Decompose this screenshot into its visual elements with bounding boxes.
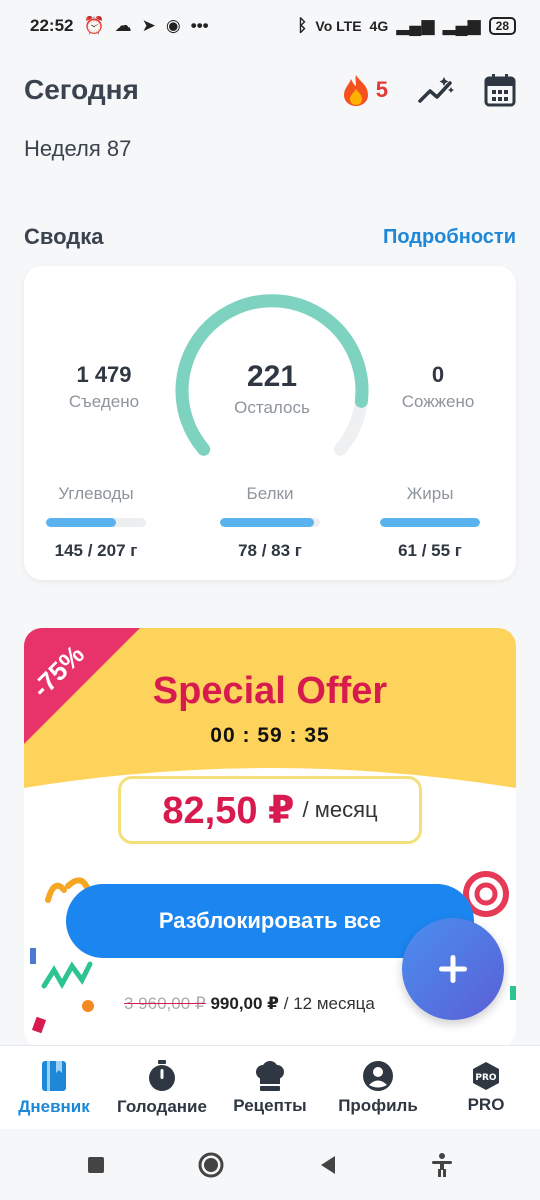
burned-stat: 0 Сожжено [368,362,508,412]
summary-title: Сводка [24,224,104,249]
telegram-icon: ➤ [141,16,156,35]
diary-icon [42,1060,66,1091]
calendar-icon[interactable] [484,73,516,107]
signal-icon: ▂▄▆ [396,16,435,35]
profile-icon [363,1060,393,1091]
price-box: 82,50 ₽ / месяц [118,776,422,844]
nav-label: Голодание [117,1096,207,1116]
remaining-stat: 221 Осталось [192,360,352,418]
macro-progress-bar [380,518,480,527]
macro-value: 78 / 83 г [238,541,302,560]
nav-pro[interactable]: PRO PRO [432,1046,540,1129]
new-price: 990,00 ₽ [210,994,280,1013]
burned-label: Сожжено [401,392,475,411]
macro-protein: Белки 78 / 83 г [200,484,340,561]
eaten-value: 1 479 [76,362,132,387]
nav-label: Рецепты [233,1095,307,1115]
nav-diary[interactable]: Дневник [0,1046,108,1129]
add-entry-button[interactable] [402,918,504,1020]
back-icon[interactable] [317,1154,339,1176]
trend-icon[interactable] [418,75,454,105]
accessibility-icon[interactable] [430,1152,454,1178]
burned-value: 0 [431,362,445,387]
nav-label: Профиль [338,1095,418,1115]
offer-title: Special Offer [152,670,388,712]
bottom-navigation: Дневник Голодание Рецепты Профиль PRO PR… [0,1045,540,1129]
nav-profile[interactable]: Профиль [324,1046,432,1129]
plus-icon [439,955,467,983]
timer-icon [149,1059,175,1091]
app-notification-icon: ◉ [165,16,181,35]
macro-value: 61 / 55 г [398,541,462,560]
nav-recipes[interactable]: Рецепты [216,1046,324,1129]
week-label: Неделя 87 [24,136,132,161]
streak-count: 5 [375,77,388,102]
old-price: 3 960,00 ₽ [124,994,206,1013]
price-unit: / месяц [302,797,378,822]
monthly-price: 82,50 ₽ [162,789,295,832]
macro-name: Углеводы [58,484,134,503]
system-navigation-bar [0,1130,540,1200]
signal-icon-2: ▂▄▆ [442,16,481,35]
macro-name: Жиры [406,484,454,503]
status-bar: 22:52 ⏰ ☁ ➤ ◉ ••• ᛒ Vo LTE 4G ▂▄▆ ▂▄▆ 28 [0,0,540,52]
page-title: Сегодня [24,74,139,105]
cloud-icon: ☁ [114,16,132,35]
summary-header: Сводка Подробности [24,224,516,250]
battery-icon: 28 [488,17,516,35]
volte-icon: Vo LTE [315,18,362,34]
nav-fasting[interactable]: Голодание [108,1046,216,1129]
annual-price: 3 960,00 ₽ 990,00 ₽ / 12 месяца [124,994,375,1014]
eaten-label: Съедено [68,392,140,411]
nav-label: Дневник [18,1096,90,1116]
network-type: 4G [369,18,389,34]
eaten-stat: 1 479 Съедено [34,362,174,412]
flame-icon [343,75,368,106]
bluetooth-icon: ᛒ [297,16,308,35]
summary-card[interactable]: 1 479 Съедено 221 Осталось 0 Сожжено Угл… [24,266,516,580]
more-notifications-icon: ••• [190,16,209,35]
recents-icon[interactable] [86,1155,106,1175]
home-icon[interactable] [197,1151,225,1179]
nav-label: PRO [467,1094,505,1114]
details-link[interactable]: Подробности [383,226,516,249]
remaining-label: Осталось [234,398,310,417]
macro-progress-bar [220,518,320,527]
macro-name: Белки [246,484,294,503]
remaining-value: 221 [246,360,298,393]
macro-progress-fill [380,518,480,527]
alarm-icon: ⏰ [83,16,105,35]
streak-badge[interactable]: 5 [340,73,388,107]
pro-icon: PRO [473,1061,499,1090]
price-period: / 12 месяца [283,994,375,1013]
offer-timer: 00 : 59 : 35 [210,724,330,747]
macro-progress-bar [46,518,146,527]
svg-text:PRO: PRO [475,1073,497,1083]
macro-fat: Жиры 61 / 55 г [360,484,500,561]
macro-value: 145 / 207 г [54,541,138,560]
clock: 22:52 [30,16,74,35]
app-header: Сегодня 5 [24,62,516,118]
macro-carbs: Углеводы 145 / 207 г [26,484,166,561]
macro-progress-fill [220,518,314,527]
chef-hat-icon [256,1060,284,1091]
macro-progress-fill [46,518,116,527]
